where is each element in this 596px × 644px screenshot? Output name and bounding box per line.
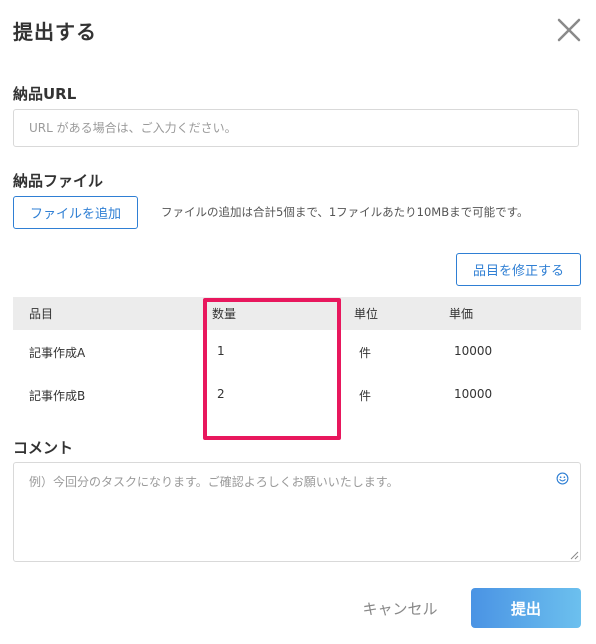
header-item: 品目 [29, 307, 54, 321]
smiley-icon[interactable] [556, 472, 569, 485]
row-price: 10000 [454, 387, 493, 401]
file-label: 納品ファイル [13, 172, 104, 190]
row-item: 記事作成B [29, 389, 86, 403]
file-hint: ファイルの追加は合計5個まで、1ファイルあたり10MBまで可能です。 [161, 205, 529, 219]
row-item: 記事作成A [29, 346, 86, 360]
row-price: 10000 [454, 344, 493, 358]
comment-label: コメント [13, 439, 74, 457]
quantity-highlight-box [203, 298, 341, 440]
add-file-button[interactable]: ファイルを追加 [13, 196, 138, 229]
edit-items-button[interactable]: 品目を修正する [456, 253, 581, 286]
resize-handle-icon[interactable] [569, 550, 579, 560]
row-unit: 件 [359, 346, 372, 360]
header-unit: 単位 [354, 307, 379, 321]
submit-button[interactable]: 提出 [471, 588, 581, 628]
comment-textarea[interactable] [13, 462, 581, 562]
url-input[interactable] [13, 109, 579, 147]
cancel-button[interactable]: キャンセル [350, 590, 450, 626]
url-label: 納品URL [13, 85, 77, 103]
row-unit: 件 [359, 389, 372, 403]
dialog-title: 提出する [13, 20, 97, 44]
close-icon[interactable] [555, 16, 583, 44]
header-price: 単価 [449, 307, 474, 321]
